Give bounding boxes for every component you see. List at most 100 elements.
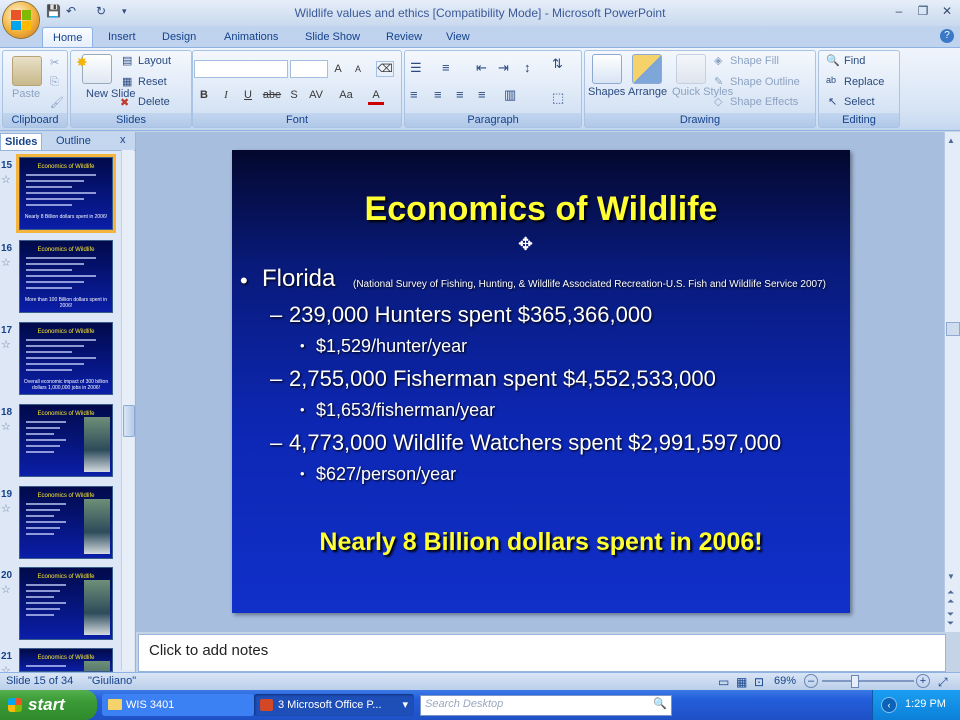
- find-button[interactable]: Find: [844, 55, 865, 67]
- shape-effects-button[interactable]: Shape Effects: [730, 96, 798, 108]
- align-center-icon[interactable]: ≡: [434, 87, 442, 102]
- quick-styles-icon[interactable]: [676, 54, 706, 84]
- slide-sorter-icon[interactable]: ▦: [736, 675, 747, 689]
- font-size-field[interactable]: [290, 60, 328, 78]
- strikethrough-button[interactable]: abe: [262, 88, 282, 102]
- slide-thumbnail[interactable]: Economics of Wildlife: [19, 567, 113, 640]
- tab-design[interactable]: Design: [152, 27, 206, 47]
- bullet-main[interactable]: Florida: [262, 265, 335, 293]
- scroll-thumb[interactable]: [946, 322, 960, 336]
- item-sub[interactable]: $1,529/hunter/year: [316, 336, 467, 357]
- arrange-icon[interactable]: [632, 54, 662, 84]
- shapes-button[interactable]: Shapes: [588, 86, 625, 98]
- scroll-up-icon[interactable]: ▲: [947, 136, 955, 145]
- tab-insert[interactable]: Insert: [98, 27, 146, 47]
- slide-thumbnail[interactable]: Economics of Wildlife: [19, 486, 113, 559]
- change-case-button[interactable]: Aa: [336, 88, 356, 102]
- char-spacing-button[interactable]: AV: [306, 88, 326, 102]
- format-painter-icon[interactable]: 🖌: [50, 96, 64, 109]
- normal-view-icon[interactable]: ▭: [718, 675, 729, 689]
- tab-slide-show[interactable]: Slide Show: [295, 27, 370, 47]
- prev-slide-icon[interactable]: ⏶ ⏶: [947, 588, 954, 606]
- copy-icon[interactable]: ⎘: [50, 76, 59, 89]
- slide-show-icon[interactable]: ⊡: [754, 675, 764, 689]
- item-line[interactable]: 239,000 Hunters spent $365,366,000: [289, 302, 652, 328]
- zoom-level[interactable]: 69%: [774, 675, 796, 687]
- arrange-button[interactable]: Arrange: [628, 86, 667, 98]
- item-sub[interactable]: $1,653/fisherman/year: [316, 400, 495, 421]
- tab-review[interactable]: Review: [376, 27, 432, 47]
- item-sub[interactable]: $627/person/year: [316, 464, 456, 485]
- shadow-button[interactable]: S: [286, 88, 302, 102]
- tray-expand-icon[interactable]: ‹: [881, 697, 897, 713]
- decrease-indent-icon[interactable]: ⇤: [476, 60, 487, 76]
- grow-font-button[interactable]: A: [330, 62, 346, 76]
- item-line[interactable]: 4,773,000 Wildlife Watchers spent $2,991…: [289, 430, 781, 456]
- cut-icon[interactable]: ✂: [50, 56, 59, 69]
- zoom-in-icon[interactable]: +: [916, 674, 930, 688]
- slide-thumbnail[interactable]: Economics of Wildlife Nearly 8 Billion do…: [19, 157, 113, 230]
- layout-button[interactable]: Layout: [138, 55, 171, 67]
- underline-button[interactable]: U: [240, 88, 256, 102]
- pane-close-icon[interactable]: x: [120, 134, 126, 146]
- slide-thumbnail[interactable]: Economics of Wildlife: [19, 648, 113, 672]
- clear-format-icon[interactable]: ⌫: [376, 61, 394, 77]
- slide[interactable]: Economics of Wildlife • Florida (Nationa…: [232, 150, 850, 613]
- increase-indent-icon[interactable]: ⇥: [498, 60, 509, 76]
- scroll-down-icon[interactable]: ▼: [947, 572, 955, 581]
- next-slide-icon[interactable]: ⏷ ⏷: [947, 610, 954, 628]
- help-icon[interactable]: ?: [940, 29, 954, 43]
- tab-home[interactable]: Home: [42, 27, 94, 48]
- quick-styles-button[interactable]: Quick Styles: [672, 86, 733, 98]
- align-right-icon[interactable]: ≡: [456, 87, 464, 102]
- line-spacing-icon[interactable]: ↕: [524, 60, 531, 75]
- shape-outline-button[interactable]: Shape Outline: [730, 76, 800, 88]
- columns-icon[interactable]: ▥: [504, 87, 516, 103]
- slide-title[interactable]: Economics of Wildlife: [232, 190, 850, 229]
- slide-scrollbar[interactable]: ▲ ▼ ⏶ ⏶ ⏷ ⏷: [944, 132, 960, 632]
- slide-thumbnail[interactable]: Economics of Wildlife Overall economic im…: [19, 322, 113, 395]
- restore-button[interactable]: ❐: [914, 4, 932, 18]
- replace-button[interactable]: Replace: [844, 76, 884, 88]
- minimize-button[interactable]: –: [890, 4, 908, 18]
- shape-fill-button[interactable]: Shape Fill: [730, 55, 779, 67]
- paste-label[interactable]: Paste: [12, 88, 40, 100]
- zoom-out-icon[interactable]: –: [804, 674, 818, 688]
- text-direction-icon[interactable]: ⇅: [552, 56, 563, 72]
- new-slide-button[interactable]: New Slide: [86, 88, 136, 100]
- reset-button[interactable]: Reset: [138, 76, 167, 88]
- shapes-icon[interactable]: [592, 54, 622, 84]
- font-name-field[interactable]: [194, 60, 288, 78]
- slide-thumbnail[interactable]: Economics of Wildlife: [19, 404, 113, 477]
- tab-outline[interactable]: Outline: [52, 133, 95, 149]
- smartart-icon[interactable]: ⬚: [552, 90, 564, 106]
- new-slide-icon[interactable]: ✸: [76, 54, 88, 71]
- start-button[interactable]: start: [0, 690, 97, 720]
- select-button[interactable]: Select: [844, 96, 875, 108]
- item-line[interactable]: 2,755,000 Fisherman spent $4,552,533,000: [289, 366, 716, 392]
- slide-thumbnail[interactable]: Economics of Wildlife More than 100 Billi…: [19, 240, 113, 313]
- font-color-button[interactable]: A: [368, 88, 384, 105]
- scroll-thumb[interactable]: [123, 405, 135, 437]
- delete-button[interactable]: Delete: [138, 96, 170, 108]
- tab-view[interactable]: View: [436, 27, 480, 47]
- taskbar-item-folder[interactable]: WIS 3401: [102, 694, 254, 716]
- notes-placeholder[interactable]: Click to add notes: [149, 642, 268, 659]
- bullets-icon[interactable]: ☰: [410, 60, 422, 76]
- slide-conclusion[interactable]: Nearly 8 Billion dollars spent in 2006!: [232, 528, 850, 557]
- numbering-icon[interactable]: ≡: [442, 60, 450, 75]
- taskbar-item-powerpoint[interactable]: 3 Microsoft Office P... ▾: [254, 694, 414, 716]
- search-icon[interactable]: 🔍: [653, 697, 667, 710]
- tab-animations[interactable]: Animations: [214, 27, 288, 47]
- tab-slides[interactable]: Slides: [0, 133, 43, 150]
- fit-to-window-icon[interactable]: ⤢: [938, 675, 948, 690]
- align-left-icon[interactable]: ≡: [410, 87, 418, 102]
- thumbnail-scrollbar[interactable]: [121, 150, 135, 670]
- italic-button[interactable]: I: [218, 88, 234, 102]
- bold-button[interactable]: B: [196, 88, 212, 102]
- desktop-search-input[interactable]: Search Desktop 🔍: [420, 695, 672, 716]
- zoom-slider-thumb[interactable]: [851, 675, 859, 688]
- justify-icon[interactable]: ≡: [478, 87, 486, 102]
- close-button[interactable]: ✕: [938, 4, 956, 18]
- paste-icon[interactable]: [12, 56, 42, 86]
